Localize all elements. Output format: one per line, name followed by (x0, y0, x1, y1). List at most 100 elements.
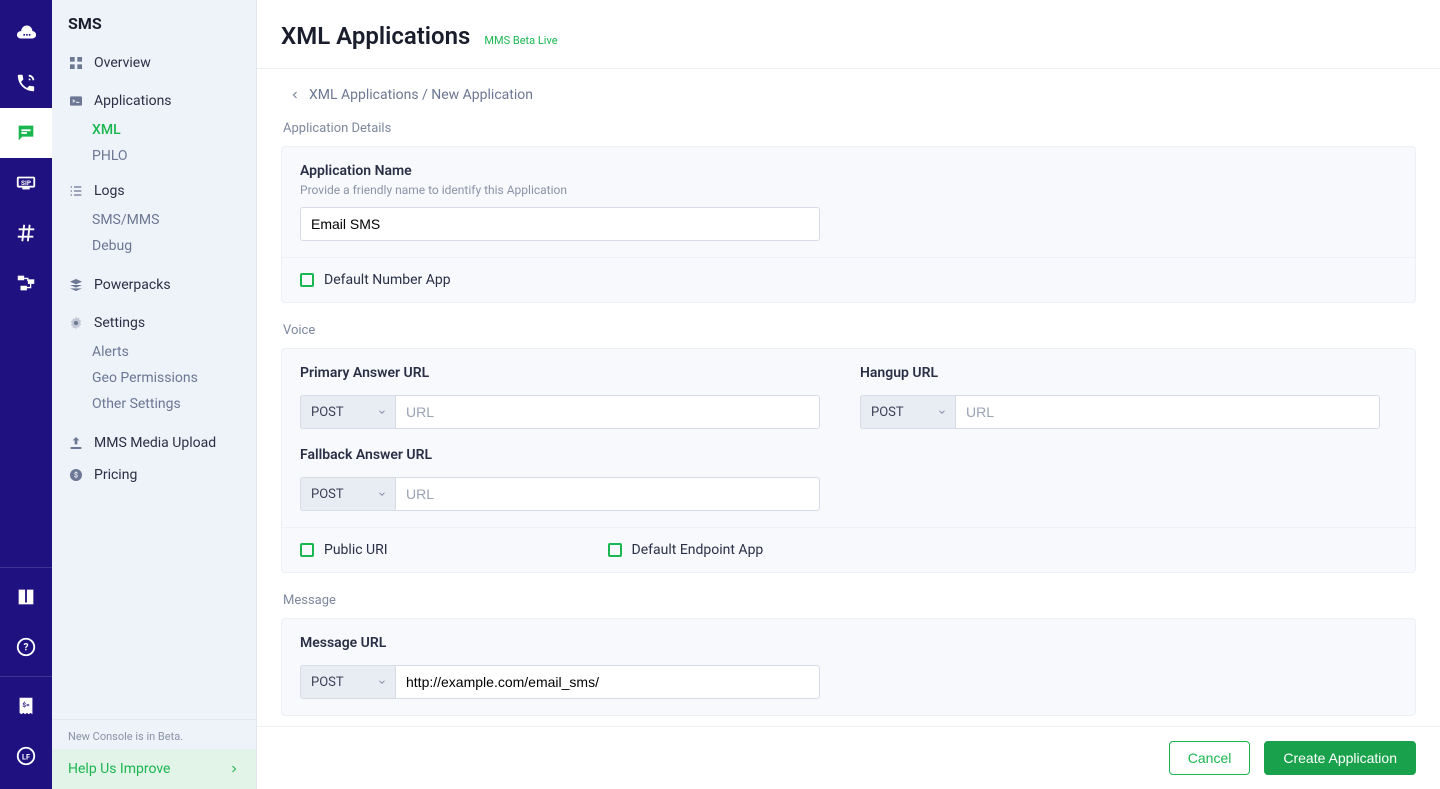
sidebar-label: Applications (94, 93, 172, 109)
checkbox-icon (300, 273, 314, 287)
sidebar-item-mms-media[interactable]: MMS Media Upload (52, 427, 256, 459)
sidebar-sub-geo[interactable]: Geo Permissions (52, 365, 256, 391)
primary-url-label: Primary Answer URL (300, 365, 820, 381)
icon-rail: SIP ? $= LF (0, 0, 52, 789)
create-application-button[interactable]: Create Application (1264, 741, 1416, 775)
rail-account[interactable]: LF (0, 731, 52, 781)
card-app-details: Application Name Provide a friendly name… (281, 146, 1416, 303)
svg-text:?: ? (23, 643, 28, 654)
message-url-input[interactable] (395, 665, 820, 699)
cancel-button[interactable]: Cancel (1169, 741, 1251, 775)
sidebar-label: MMS Media Upload (94, 435, 216, 451)
fallback-method-select[interactable]: POST (300, 477, 395, 511)
rail-docs[interactable] (0, 572, 52, 622)
public-uri-checkbox[interactable]: Public URI (300, 542, 388, 558)
rail-help[interactable]: ? (0, 622, 52, 672)
breadcrumb[interactable]: XML Applications / New Application (289, 87, 1416, 103)
card-message: Message URL POST (281, 618, 1416, 716)
help-us-improve[interactable]: Help Us Improve (52, 749, 256, 789)
app-name-hint: Provide a friendly name to identify this… (300, 183, 1397, 197)
page-header: XML Applications MMS Beta Live (257, 0, 1440, 69)
sidebar-sub-smsmms[interactable]: SMS/MMS (52, 207, 256, 233)
section-app-details: Application Details (283, 121, 1416, 136)
sidebar-sub-debug[interactable]: Debug (52, 233, 256, 259)
message-method-select[interactable]: POST (300, 665, 395, 699)
chat-icon (15, 122, 37, 144)
hash-icon (15, 222, 37, 244)
sidebar-item-pricing[interactable]: $ Pricing (52, 459, 256, 491)
stack-icon (68, 277, 84, 293)
rail-sip[interactable]: SIP (0, 158, 52, 208)
primary-method-select[interactable]: POST (300, 395, 395, 429)
book-icon (15, 586, 37, 608)
rail-numbers[interactable] (0, 208, 52, 258)
cloud-icon (15, 22, 37, 44)
default-endpoint-checkbox[interactable]: Default Endpoint App (608, 542, 764, 558)
hangup-url-input[interactable] (955, 395, 1380, 429)
card-voice: Primary Answer URL POST Hangup URL (281, 348, 1416, 573)
section-voice: Voice (283, 323, 1416, 338)
svg-text:LF: LF (22, 753, 30, 762)
account-icon: LF (15, 745, 37, 767)
svg-text:$: $ (74, 471, 78, 480)
page-badge: MMS Beta Live (484, 34, 557, 47)
sidebar-sub-alerts[interactable]: Alerts (52, 339, 256, 365)
svg-text:$=: $= (22, 701, 30, 709)
primary-url-input[interactable] (395, 395, 820, 429)
chevron-down-icon (377, 407, 387, 417)
method-value: POST (871, 405, 904, 420)
chevron-left-icon (289, 89, 301, 101)
app-name-label: Application Name (300, 163, 1397, 179)
checkbox-label: Default Endpoint App (632, 542, 764, 558)
rail-sms[interactable] (0, 108, 52, 158)
sidebar-item-powerpacks[interactable]: Powerpacks (52, 269, 256, 301)
fallback-url-label: Fallback Answer URL (300, 447, 1397, 463)
app-name-input[interactable] (300, 207, 820, 241)
sidebar-sub-other[interactable]: Other Settings (52, 391, 256, 417)
default-number-app-checkbox[interactable]: Default Number App (300, 272, 451, 288)
sidebar-label: Settings (94, 315, 145, 331)
sidebar: SMS Overview Applications XML PHLO Logs … (52, 0, 257, 789)
sidebar-label: Powerpacks (94, 277, 171, 293)
rail-home[interactable] (0, 8, 52, 58)
chevron-down-icon (937, 407, 947, 417)
sidebar-item-settings[interactable]: Settings (52, 307, 256, 339)
rail-billing[interactable]: $= (0, 681, 52, 731)
sidebar-title: SMS (52, 0, 256, 47)
page-title: XML Applications (281, 22, 470, 50)
section-message: Message (283, 593, 1416, 608)
sidebar-sub-xml[interactable]: XML (52, 117, 256, 143)
invoice-icon: $= (15, 695, 37, 717)
checkbox-icon (608, 543, 622, 557)
hangup-method-select[interactable]: POST (860, 395, 955, 429)
fallback-url-input[interactable] (395, 477, 820, 511)
chevron-down-icon (377, 489, 387, 499)
rail-trunks[interactable] (0, 258, 52, 308)
list-icon (68, 183, 84, 199)
checkbox-icon (300, 543, 314, 557)
sidebar-item-applications[interactable]: Applications (52, 85, 256, 117)
gear-icon (68, 315, 84, 331)
method-value: POST (311, 405, 344, 420)
chevron-down-icon (377, 677, 387, 687)
hangup-url-label: Hangup URL (860, 365, 1380, 381)
help-icon: ? (15, 636, 37, 658)
sidebar-label: Logs (94, 183, 125, 199)
sidebar-item-logs[interactable]: Logs (52, 175, 256, 207)
terminal-icon (68, 93, 84, 109)
upload-icon (68, 435, 84, 451)
sidebar-sub-phlo[interactable]: PHLO (52, 143, 256, 169)
dashboard-icon (68, 55, 84, 71)
method-value: POST (311, 675, 344, 690)
phone-icon (15, 72, 37, 94)
svg-text:SIP: SIP (21, 179, 31, 187)
checkbox-label: Public URI (324, 542, 388, 558)
footer-bar: Cancel Create Application (257, 726, 1440, 789)
method-value: POST (311, 487, 344, 502)
sidebar-item-overview[interactable]: Overview (52, 47, 256, 79)
sip-icon: SIP (15, 172, 37, 194)
sidebar-label: Overview (94, 55, 151, 71)
rail-voice[interactable] (0, 58, 52, 108)
help-label: Help Us Improve (68, 761, 170, 777)
message-url-label: Message URL (300, 635, 1397, 651)
